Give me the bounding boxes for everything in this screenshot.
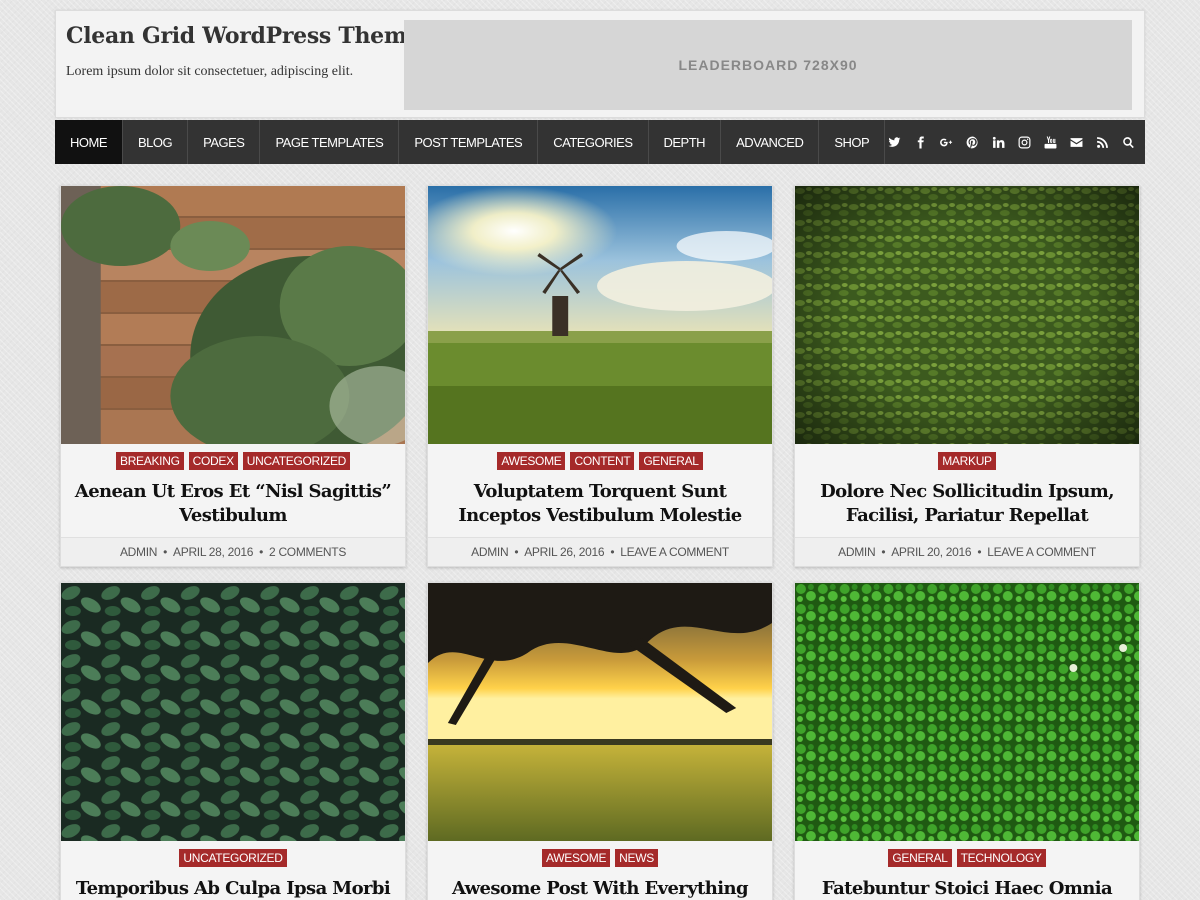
category-badge[interactable]: TECHNOLOGY [956,849,1046,867]
post-date[interactable]: APRIL 26, 2016 [524,545,604,559]
nav-item-post-templates[interactable]: POST TEMPLATES [399,120,539,164]
nav-item-depth[interactable]: DEPTH [649,120,722,164]
post-meta: ADMIN • APRIL 20, 2016 • LEAVE A COMMENT [795,537,1139,566]
nav-item-shop[interactable]: SHOP [819,120,886,164]
post-title[interactable]: Dolore Nec Sollicitudin Ipsum, Facilisi,… [805,480,1129,528]
post-card: AWESOME NEWS Awesome Post With Everythin… [427,582,773,900]
facebook-icon[interactable] [911,133,929,151]
post-title[interactable]: Voluptatem Torquent Sunt Inceptos Vestib… [438,480,762,528]
category-badge[interactable]: AWESOME [497,452,566,470]
category-badge[interactable]: GENERAL [639,452,703,470]
search-icon[interactable] [1119,133,1137,151]
social-icons [885,120,1147,164]
post-author[interactable]: ADMIN [838,545,875,559]
category-badge[interactable]: AWESOME [542,849,611,867]
meta-separator: • [514,545,519,559]
category-badge[interactable]: MARKUP [938,452,996,470]
category-badge[interactable]: CONTENT [570,452,635,470]
post-card: UNCATEGORIZED Temporibus Ab Culpa Ipsa M… [60,582,406,900]
meta-separator: • [610,545,615,559]
post-title[interactable]: Temporibus Ab Culpa Ipsa Morbi [71,877,395,900]
post-meta: ADMIN • APRIL 26, 2016 • LEAVE A COMMENT [428,537,772,566]
category-badge[interactable]: UNCATEGORIZED [179,849,287,867]
post-title[interactable]: Aenean Ut Eros Et “Nisl Sagittis” Vestib… [71,480,395,528]
site-description: Lorem ipsum dolor sit consectetuer, adip… [66,64,354,79]
linkedin-icon[interactable] [989,133,1007,151]
post-author[interactable]: ADMIN [471,545,508,559]
category-badge[interactable]: CODEX [188,452,238,470]
post-card: BREAKING CODEX UNCATEGORIZED Aenean Ut E… [60,185,406,567]
post-comments[interactable]: LEAVE A COMMENT [987,545,1096,559]
category-badge[interactable]: BREAKING [115,452,184,470]
instagram-icon[interactable] [1015,133,1033,151]
nav-item-categories[interactable]: CATEGORIES [538,120,649,164]
post-date[interactable]: APRIL 28, 2016 [173,545,253,559]
post-title[interactable]: Fatebuntur Stoici Haec Omnia Dicta [805,877,1129,900]
post-comments[interactable]: LEAVE A COMMENT [620,545,729,559]
post-categories: BREAKING CODEX UNCATEGORIZED [61,444,405,470]
post-thumbnail[interactable] [428,186,772,444]
post-categories: AWESOME NEWS [428,841,772,867]
category-badge[interactable]: GENERAL [888,849,952,867]
leaderboard-ad[interactable]: LEADERBOARD 728X90 [404,20,1132,110]
post-thumbnail[interactable] [61,186,405,444]
meta-separator: • [163,545,168,559]
nav-item-page-templates[interactable]: PAGE TEMPLATES [260,120,400,164]
meta-separator: • [259,545,264,559]
site-header: Clean Grid WordPress Theme Lorem ipsum d… [55,10,1145,118]
twitter-icon[interactable] [885,133,903,151]
post-comments[interactable]: 2 COMMENTS [269,545,346,559]
meta-separator: • [881,545,886,559]
post-categories: UNCATEGORIZED [61,841,405,867]
nav-item-home[interactable]: HOME [55,120,123,164]
category-badge[interactable]: UNCATEGORIZED [242,452,351,470]
post-date[interactable]: APRIL 20, 2016 [891,545,971,559]
post-categories: AWESOME CONTENT GENERAL [428,444,772,470]
nav-item-pages[interactable]: PAGES [188,120,261,164]
nav-item-advanced[interactable]: ADVANCED [721,120,820,164]
post-meta: ADMIN • APRIL 28, 2016 • 2 COMMENTS [61,537,405,566]
post-card: GENERAL TECHNOLOGY Fatebuntur Stoici Hae… [794,582,1140,900]
post-categories: GENERAL TECHNOLOGY [795,841,1139,867]
post-thumbnail[interactable] [795,186,1139,444]
main-navigation: HOME BLOG PAGES PAGE TEMPLATES POST TEMP… [55,120,1145,164]
post-card: MARKUP Dolore Nec Sollicitudin Ipsum, Fa… [794,185,1140,567]
category-badge[interactable]: NEWS [615,849,658,867]
google-plus-icon[interactable] [937,133,955,151]
youtube-icon[interactable] [1041,133,1059,151]
post-card: AWESOME CONTENT GENERAL Voluptatem Torqu… [427,185,773,567]
nav-item-blog[interactable]: BLOG [123,120,189,164]
post-thumbnail[interactable] [795,583,1139,841]
post-thumbnail[interactable] [428,583,772,841]
rss-icon[interactable] [1093,133,1111,151]
meta-separator: • [977,545,982,559]
pinterest-icon[interactable] [963,133,981,151]
post-thumbnail[interactable] [61,583,405,841]
post-categories: MARKUP [795,444,1139,470]
post-author[interactable]: ADMIN [120,545,157,559]
post-title[interactable]: Awesome Post With Everything With It [438,877,762,900]
site-title[interactable]: Clean Grid WordPress Theme [66,23,421,49]
email-icon[interactable] [1067,133,1085,151]
